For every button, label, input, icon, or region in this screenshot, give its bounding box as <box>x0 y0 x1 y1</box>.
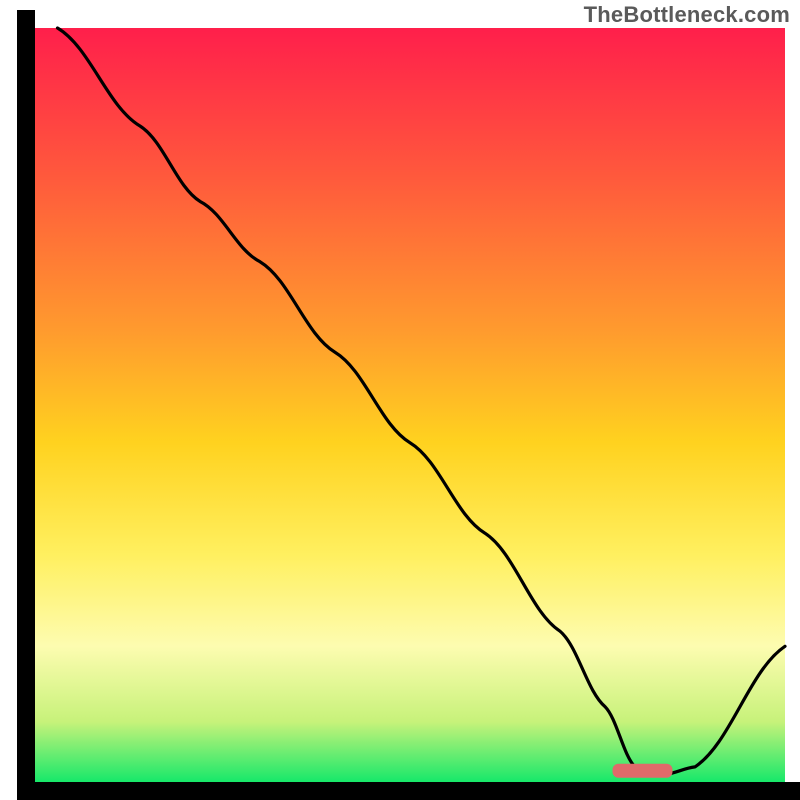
bottleneck-chart <box>0 0 800 800</box>
axis-left <box>17 10 35 800</box>
optimal-range-marker <box>613 764 673 778</box>
axis-bottom <box>17 782 800 800</box>
watermark-text: TheBottleneck.com <box>584 2 790 28</box>
gradient-background <box>35 28 785 782</box>
chart-frame: TheBottleneck.com <box>0 0 800 800</box>
